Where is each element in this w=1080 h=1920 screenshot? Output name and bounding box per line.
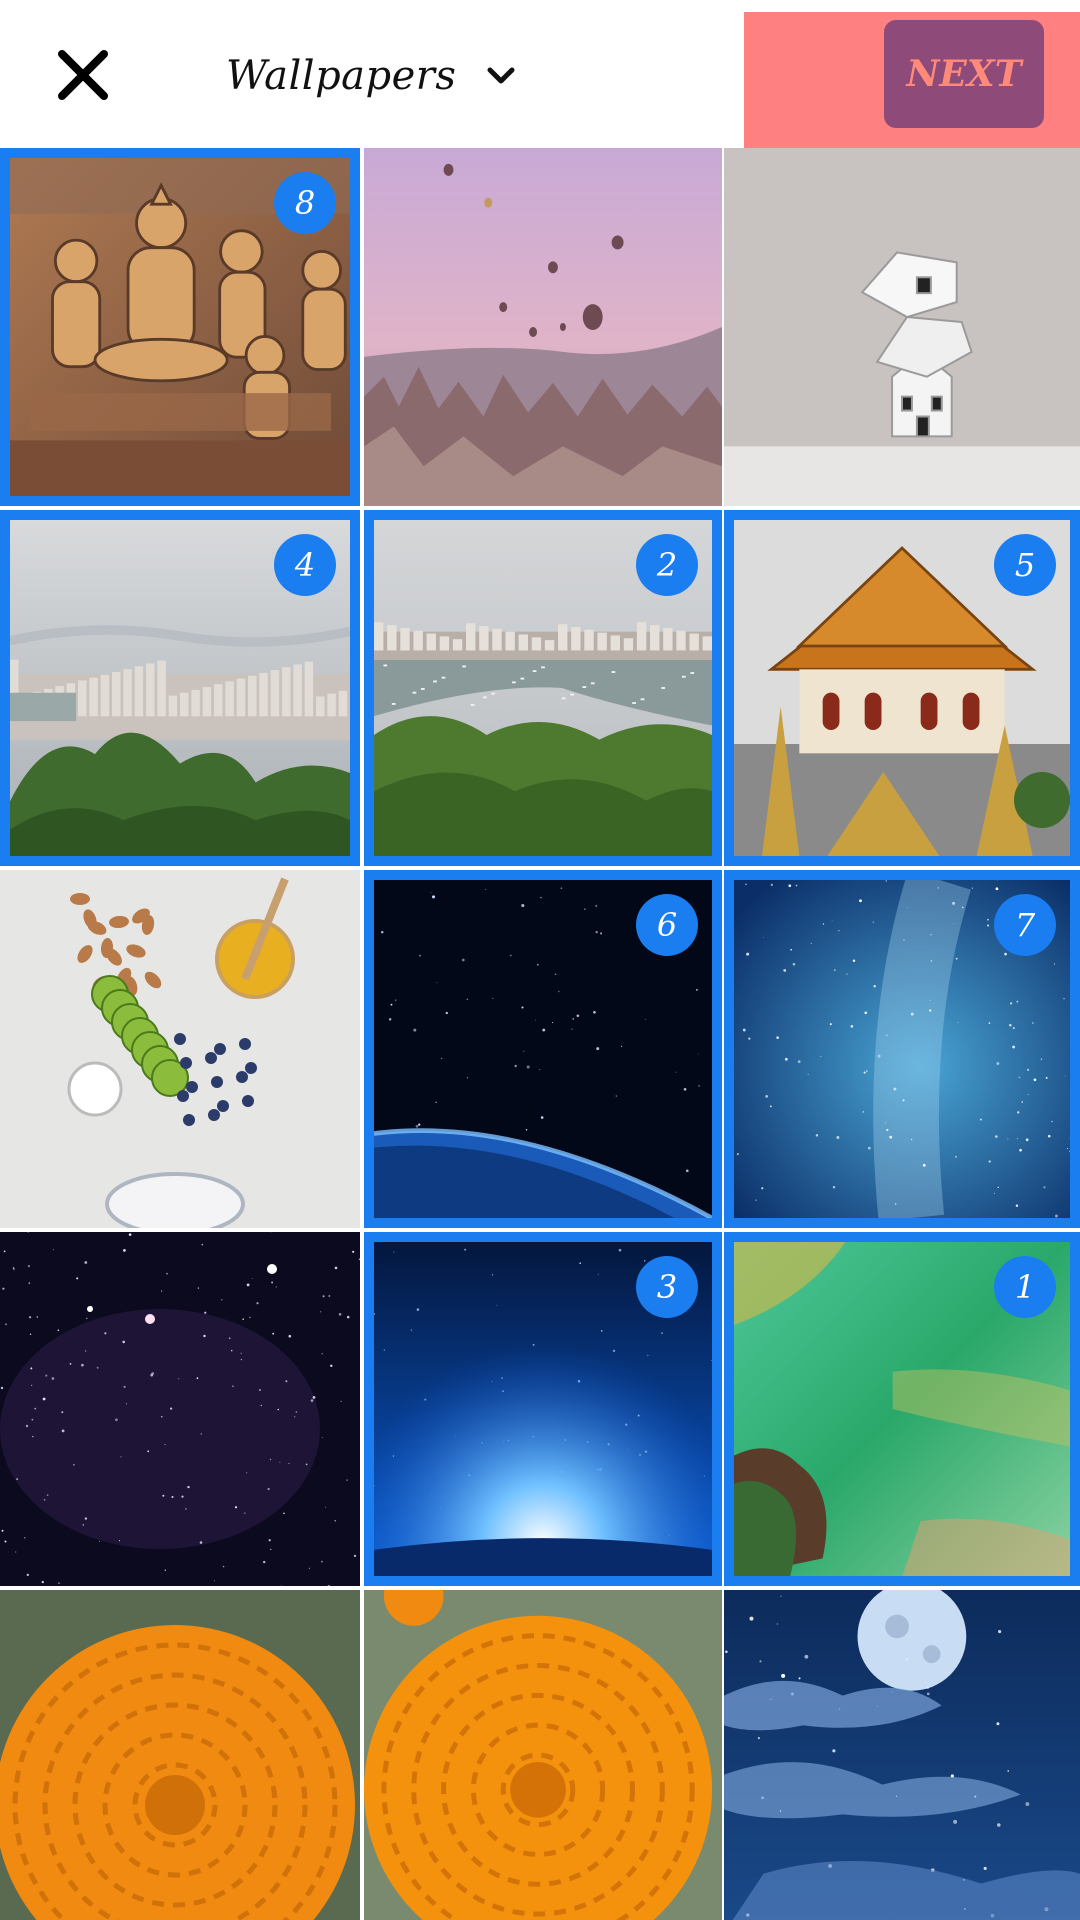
photo-thumbnail — [0, 1232, 360, 1586]
next-button-label: NEXT — [906, 53, 1022, 95]
photo-thumbnail — [364, 1590, 722, 1920]
photo-thumbnail — [364, 148, 722, 506]
selection-order-badge: 3 — [636, 1256, 698, 1318]
photo-tile[interactable] — [364, 148, 722, 506]
photo-tile[interactable] — [0, 1590, 360, 1920]
top-bar: Wallpapers NEXT — [0, 0, 1080, 148]
photo-tile[interactable]: 2 — [364, 510, 722, 866]
selection-order-badge: 7 — [994, 894, 1056, 956]
selection-order-badge: 6 — [636, 894, 698, 956]
photo-thumbnail — [0, 1590, 360, 1920]
next-button[interactable]: NEXT — [884, 20, 1044, 128]
selection-order-badge: 5 — [994, 534, 1056, 596]
photo-tile[interactable]: 7 — [724, 870, 1080, 1228]
photo-tile[interactable] — [724, 148, 1080, 506]
album-dropdown[interactable]: Wallpapers — [226, 48, 518, 104]
photo-tile[interactable] — [0, 870, 360, 1228]
selection-order-badge: 1 — [994, 1256, 1056, 1318]
photo-tile[interactable] — [0, 1232, 360, 1586]
photo-tile[interactable]: 3 — [364, 1232, 722, 1586]
photo-grid: 8 4 2 5 6 7 3 1 — [0, 148, 1080, 1920]
album-title: Wallpapers — [226, 53, 457, 99]
photo-thumbnail — [724, 148, 1080, 506]
close-button[interactable] — [54, 46, 112, 104]
photo-tile[interactable] — [724, 1590, 1080, 1920]
photo-thumbnail — [724, 1590, 1080, 1920]
close-icon — [58, 50, 108, 100]
photo-tile[interactable]: 4 — [0, 510, 360, 866]
selection-order-badge: 4 — [274, 534, 336, 596]
photo-tile[interactable]: 1 — [724, 1232, 1080, 1586]
photo-tile[interactable] — [364, 1590, 722, 1920]
selection-order-badge: 2 — [636, 534, 698, 596]
photo-tile[interactable]: 6 — [364, 870, 722, 1228]
chevron-down-icon — [487, 67, 515, 84]
photo-tile[interactable]: 5 — [724, 510, 1080, 866]
photo-tile[interactable]: 8 — [0, 148, 360, 506]
selection-order-badge: 8 — [274, 172, 336, 234]
photo-thumbnail — [0, 870, 360, 1228]
